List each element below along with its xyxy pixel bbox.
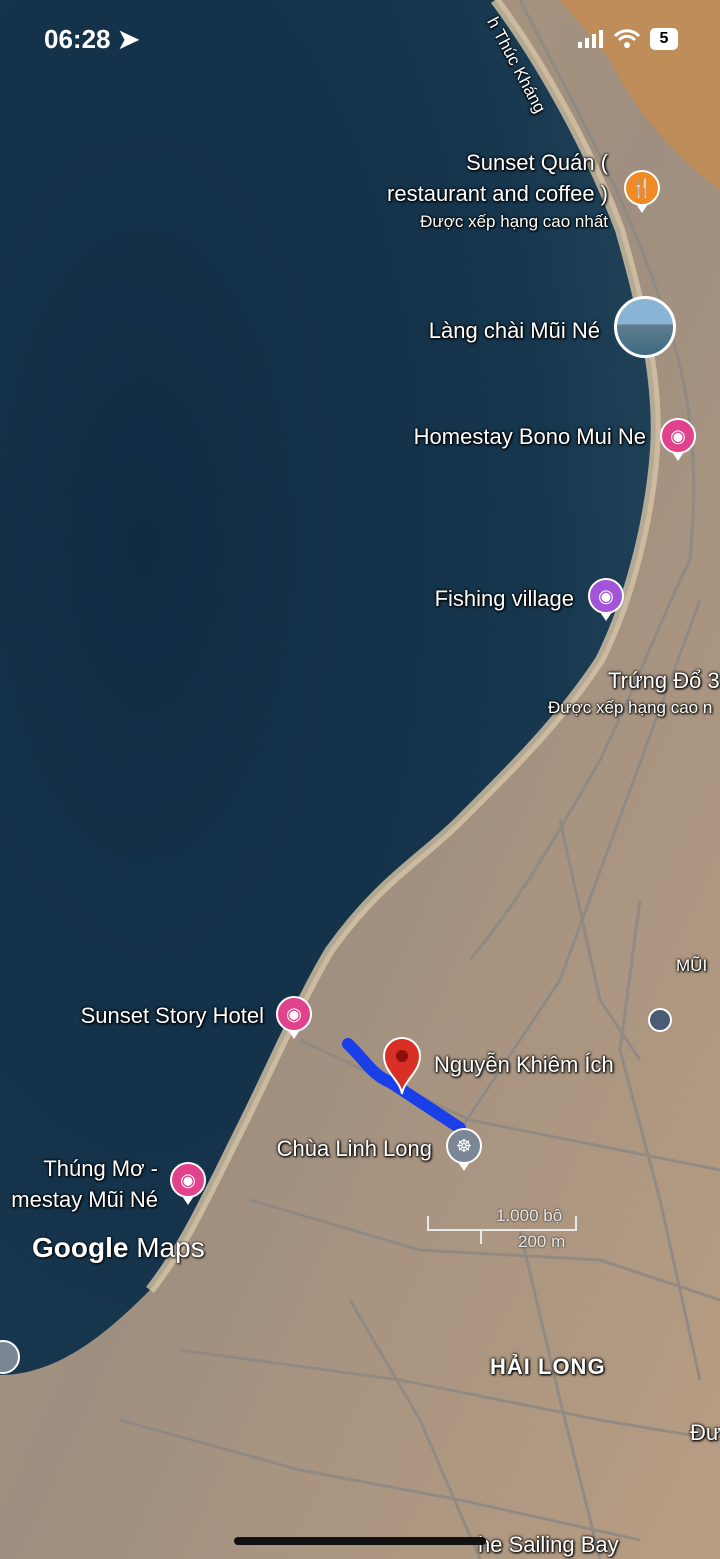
place-sunset-quan-line2[interactable]: restaurant and coffee ) <box>387 181 608 207</box>
place-trung-do[interactable]: Trứng Đổ 3 <box>608 668 720 694</box>
red-location-pin-icon[interactable] <box>382 1036 422 1096</box>
photo-thumbnail-icon[interactable] <box>614 296 676 358</box>
map-scale-bar: 1.000 bộ 200 m <box>426 1206 586 1254</box>
fork-knife-icon[interactable]: 🍴 <box>624 170 660 213</box>
status-icons: 5 <box>578 28 678 50</box>
place-thung-mo-line1[interactable]: Thúng Mơ - <box>43 1156 158 1182</box>
bed-icon[interactable]: ◉ <box>276 996 312 1039</box>
place-edge-label: Đư <box>690 1420 720 1445</box>
scale-feet: 1.000 bộ <box>496 1206 563 1225</box>
bed-icon[interactable]: ◉ <box>170 1162 206 1205</box>
scale-meters: 200 m <box>518 1232 566 1251</box>
place-hai-long: HẢI LONG <box>490 1354 606 1379</box>
place-thung-mo-line2[interactable]: mestay Mũi Né <box>11 1187 158 1213</box>
status-time: 06:28 ➤ <box>44 24 140 54</box>
place-chua-linh-long[interactable]: Chùa Linh Long <box>277 1136 432 1162</box>
satellite-map[interactable] <box>0 0 720 1559</box>
bed-icon[interactable]: ◉ <box>660 418 696 461</box>
place-fishing-village[interactable]: Fishing village <box>435 586 574 612</box>
signal-icon <box>578 30 603 48</box>
place-lang-chai[interactable]: Làng chài Mũi Né <box>429 318 600 344</box>
place-sunset-story[interactable]: Sunset Story Hotel <box>81 1003 264 1029</box>
place-mui: MŨI <box>676 956 708 975</box>
wifi-icon <box>614 29 640 48</box>
place-sunset-quan-rating: Được xếp hạng cao nhất <box>420 212 608 231</box>
place-homestay-bono[interactable]: Homestay Bono Mui Ne <box>414 424 646 450</box>
place-sunset-quan-line1[interactable]: Sunset Quán ( <box>466 150 608 176</box>
google-maps-logo: Google Maps <box>32 1232 205 1263</box>
bus-stop-icon[interactable] <box>648 1008 672 1032</box>
place-nguyen-khiem-ich[interactable]: Nguyễn Khiêm Ích <box>434 1052 614 1078</box>
place-sailing-bay[interactable]: he Sailing Bay <box>478 1532 619 1558</box>
camera-icon[interactable]: ◉ <box>588 578 624 621</box>
location-arrow-icon: ➤ <box>117 24 140 54</box>
dharma-wheel-icon[interactable]: ☸ <box>446 1128 482 1171</box>
battery-icon: 5 <box>650 28 678 50</box>
place-trung-do-rating: Được xếp hạng cao n <box>548 698 713 717</box>
home-indicator[interactable] <box>234 1537 486 1545</box>
status-bar: 06:28 ➤ 5 <box>0 0 720 80</box>
